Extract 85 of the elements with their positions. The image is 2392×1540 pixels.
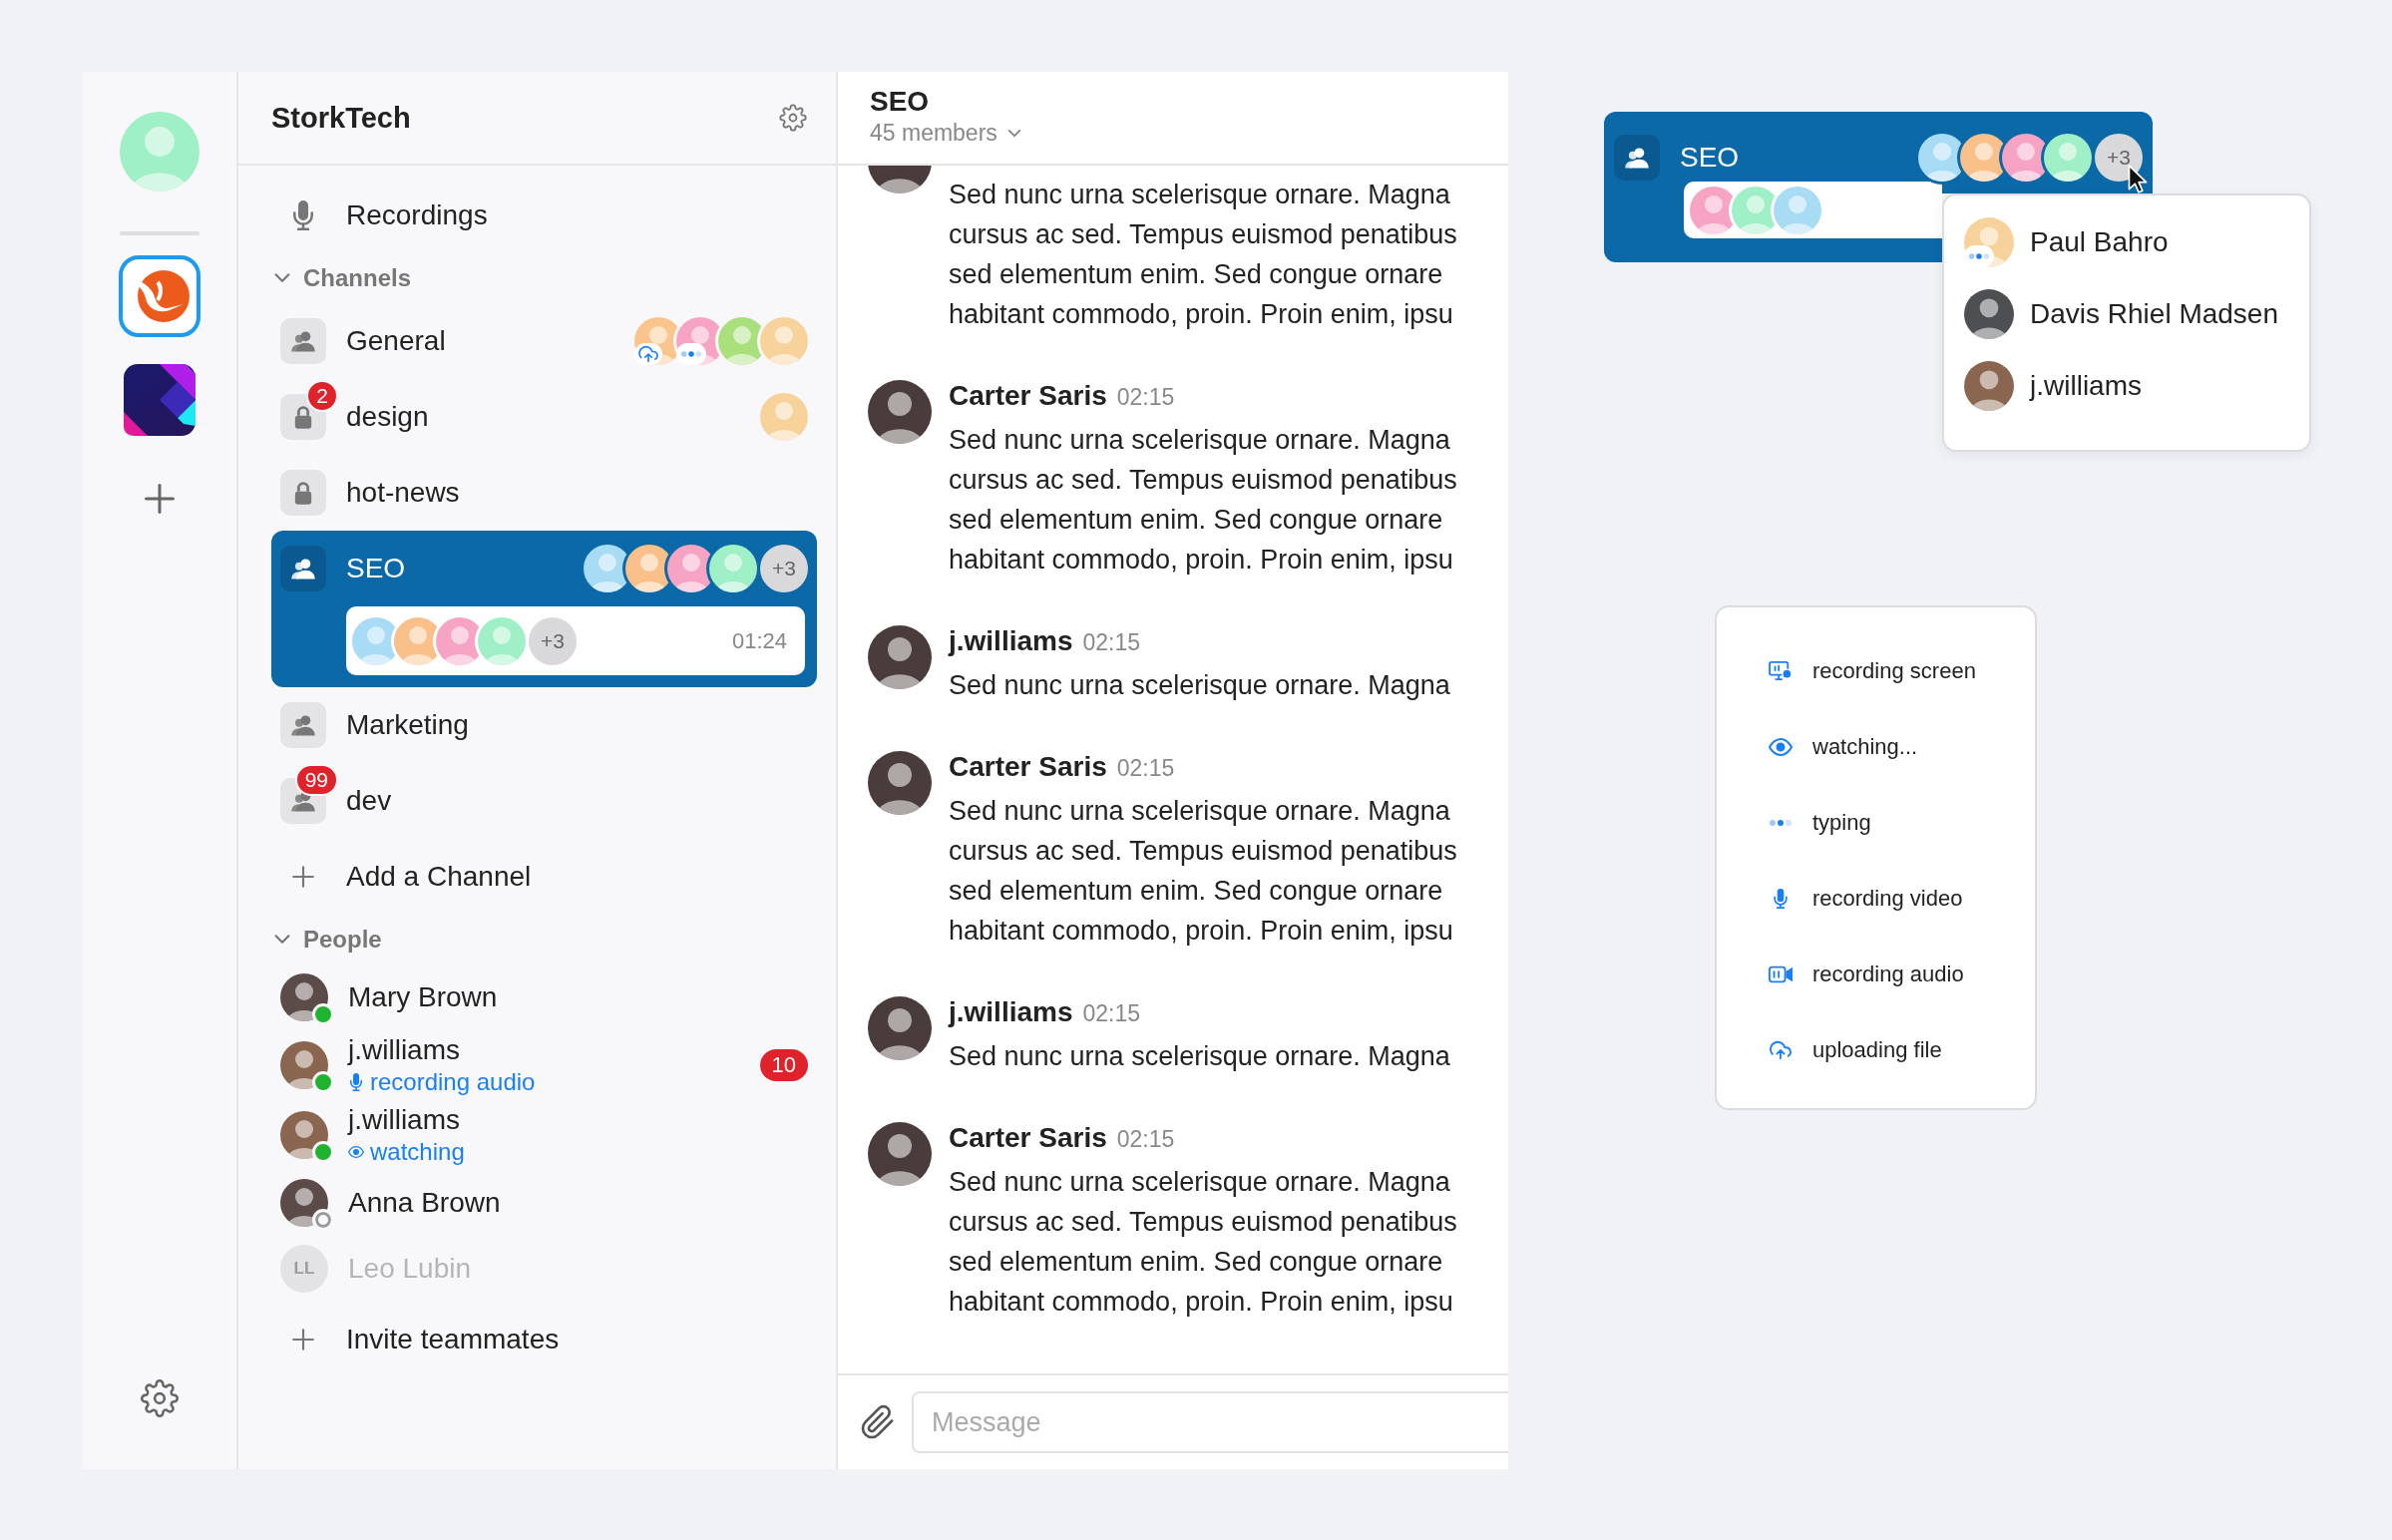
microphone-icon (348, 1073, 364, 1091)
channel-name: dev (346, 785, 392, 817)
message-time: 02:15 (1082, 1000, 1141, 1027)
channel-card[interactable]: SEO +3 (1604, 112, 2153, 193)
attach-icon[interactable] (860, 1404, 896, 1440)
status-label: watching... (1812, 734, 1918, 760)
channel-item[interactable]: 99 dev (271, 763, 817, 839)
message-input[interactable]: Message (912, 1391, 1508, 1453)
person-name[interactable]: j.williams (348, 1033, 536, 1067)
bird-logo-icon (124, 260, 196, 332)
message-text: Sed nunc urna scelerisque ornare. Magna cursus ac sed. Tempus euismod penatibus sed elementum enim. Sed congue ornare habitant commodo, proin. Proin enim, ipsu (949, 795, 1457, 948)
selected-channel[interactable]: SEO +3 +3 01:24 (271, 531, 817, 687)
upload-cloud-icon (1769, 1040, 1793, 1060)
more-count[interactable]: +3 (760, 545, 808, 592)
message-author: Carter Saris (949, 380, 1107, 412)
call-duration: 01:24 (731, 627, 787, 654)
channel-icon (280, 318, 326, 364)
section-heading[interactable]: Channels (303, 264, 412, 292)
message-time: 02:15 (1116, 755, 1175, 782)
plus-icon (290, 864, 316, 890)
avatar: LL (280, 1245, 328, 1293)
message-author: j.williams (949, 625, 1073, 657)
channel-icon (1614, 135, 1660, 181)
message-time: 02:15 (1116, 384, 1175, 411)
eye-icon (348, 1143, 364, 1161)
status-label: recording audio (1812, 962, 1964, 987)
members-dropdown[interactable]: 45 members (870, 120, 1478, 147)
message-author: j.williams (949, 996, 1073, 1028)
channel-title: SEO (870, 86, 931, 118)
channel-name: SEO (1680, 142, 1740, 174)
activity-status: recording audio (370, 1067, 536, 1097)
typing-dots-icon (680, 350, 702, 358)
message-text: Sed nunc urna scelerisque ornare. Magna cursus ac sed. Tempus euismod penatibus sed elementum enim. Sed congue ornare habitant commodo, proin. Proin enim, ipsu (949, 179, 1457, 331)
member-name[interactable]: j.williams (2030, 370, 2142, 402)
diamond-logo-icon (124, 364, 196, 436)
channel-item[interactable]: hot-news (271, 455, 817, 531)
microphone-icon (293, 200, 313, 230)
unread-badge: 99 (294, 764, 338, 796)
channel-name: design (346, 401, 429, 433)
call-card[interactable]: +3 01:24 (346, 606, 805, 675)
person-name[interactable]: Mary Brown (348, 980, 498, 1014)
add-channel-button[interactable]: Add a Channel (271, 839, 817, 915)
channel-icon (280, 702, 326, 748)
more-count[interactable]: +3 (529, 616, 577, 665)
recordings-item[interactable]: Recordings (271, 178, 817, 253)
add-workspace-icon[interactable] (142, 481, 178, 517)
eye-icon (1769, 737, 1793, 757)
channel-item[interactable]: General (271, 303, 817, 379)
channel-item[interactable]: Marketing (271, 687, 817, 763)
workspace-title: StorkTech (271, 101, 412, 135)
channel-item[interactable]: 2 design (271, 379, 817, 455)
channel-icon (280, 470, 326, 516)
channel-name: SEO (346, 553, 406, 584)
unread-badge: 2 (306, 380, 338, 412)
message-text: Sed nunc urna scelerisque ornare. Magna (949, 669, 1450, 702)
screen-record-icon (1769, 661, 1793, 681)
activity-status: watching (370, 1137, 465, 1167)
message-author: Carter Saris (949, 751, 1107, 783)
member-name[interactable]: Paul Bahro (2030, 226, 2169, 258)
unread-badge: 10 (759, 1049, 808, 1081)
message-time: 02:15 (1082, 629, 1141, 656)
status-label: uploading file (1812, 1037, 1942, 1063)
message-time: 02:15 (1116, 1126, 1175, 1153)
message-text: Sed nunc urna scelerisque ornare. Magna (949, 1040, 1450, 1073)
message-text: Sed nunc urna scelerisque ornare. Magna cursus ac sed. Tempus euismod penatibus sed elementum enim. Sed congue ornare habitant commodo, proin. Proin enim, ipsu (949, 424, 1457, 577)
status-label: typing (1812, 810, 1871, 836)
settings-icon[interactable] (139, 1377, 181, 1419)
channel-name: Marketing (346, 709, 469, 741)
more-count[interactable]: +3 (2095, 134, 2143, 182)
status-label: recording screen (1812, 658, 1976, 684)
person-name[interactable]: j.williams (348, 1103, 465, 1137)
invite-button[interactable]: Invite teammates (271, 1302, 817, 1377)
typing-dots-icon (1968, 252, 1990, 260)
member-name[interactable]: Davis Rhiel Madsen (2030, 298, 2278, 330)
video-camera-icon (1769, 964, 1793, 984)
channel-icon (280, 546, 326, 591)
status-label: recording video (1812, 886, 1963, 912)
person-name[interactable]: Anna Brown (348, 1186, 501, 1220)
settings-icon[interactable] (778, 103, 808, 133)
channel-name: General (346, 325, 446, 357)
message-text: Sed nunc urna scelerisque ornare. Magna cursus ac sed. Tempus euismod penatibus sed elementum enim. Sed congue ornare habitant commodo, proin. Proin enim, ipsu (949, 1166, 1457, 1319)
channel-name: hot-news (346, 477, 460, 509)
plus-icon (290, 1327, 316, 1352)
section-heading[interactable]: People (303, 926, 382, 954)
message-author: Carter Saris (949, 1122, 1107, 1154)
